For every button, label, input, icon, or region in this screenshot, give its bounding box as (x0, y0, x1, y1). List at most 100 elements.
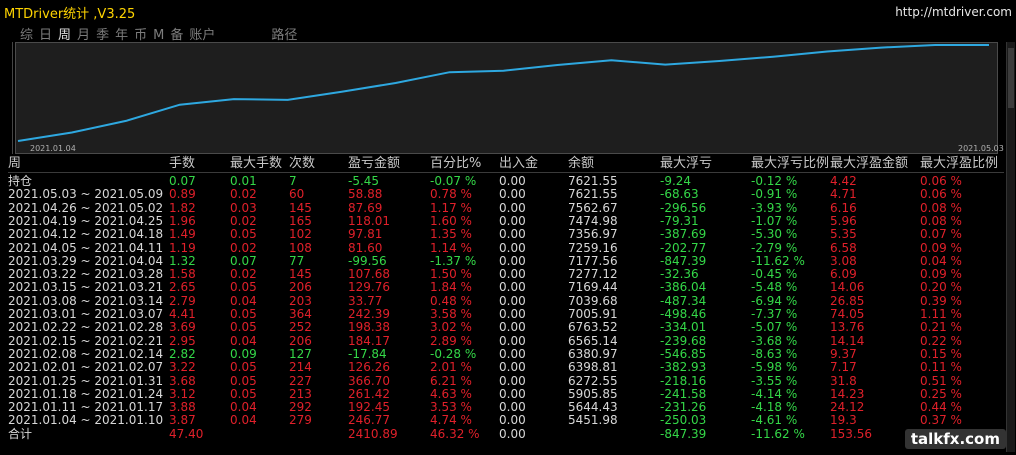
table-cell: 0.00 (499, 360, 526, 375)
table-cell: 1.49 (169, 227, 196, 242)
table-cell: 4.41 (169, 307, 196, 321)
tab-2[interactable]: 周 (58, 24, 71, 43)
table-cell: 3.12 (169, 386, 196, 401)
website-link[interactable]: http://mtdriver.com (895, 5, 1012, 19)
column-header[interactable]: 周 (8, 157, 21, 170)
table-cell: 87.69 (348, 200, 383, 215)
column-header[interactable]: 百分比% (430, 157, 481, 170)
table-cell: 0.02 (230, 187, 257, 202)
table-cell: 184.17 (348, 333, 390, 348)
table-cell: 118.01 (348, 213, 390, 228)
table-cell: 4.74 % (430, 413, 472, 428)
table-cell: 0.05 (230, 386, 257, 401)
table-cell: 2021.04.26 ~ 2021.05.02 (8, 200, 164, 215)
table-cell: 7621.55 (568, 187, 618, 202)
table-cell: -99.56 (348, 253, 387, 268)
table-cell: 7277.12 (568, 267, 618, 282)
table-cell: 0.11 % (920, 360, 962, 375)
column-header[interactable]: 最大浮盈比例 (920, 157, 998, 170)
table-cell: -11.62 % (751, 426, 805, 441)
table-cell: 0.00 (499, 426, 526, 441)
table-cell: 0.00 (499, 293, 526, 308)
table-cell: 1.19 (169, 240, 196, 255)
tab-6[interactable]: 币 (134, 24, 147, 43)
table-cell: 1.32 (169, 253, 196, 268)
table-cell: 6.09 (830, 267, 857, 282)
table-cell: 5644.43 (568, 400, 618, 415)
table-cell: 0.07 % (920, 227, 962, 242)
header-divider (8, 172, 1004, 173)
table-cell: 24.12 (830, 400, 865, 415)
tab-bar: 综日周月季年币 M 备账户 路径 (20, 24, 303, 43)
tab-8[interactable]: 备 (170, 24, 183, 43)
column-header[interactable]: 最大浮盈金额 (830, 157, 908, 170)
tab-9[interactable]: 账户 (189, 24, 215, 43)
tab-3[interactable]: 月 (77, 24, 90, 43)
table-cell: 0.08 % (920, 200, 962, 215)
table-cell: 4.63 % (430, 386, 472, 401)
table-cell: 1.14 % (430, 240, 472, 255)
chart-x-start-label: 2021.01.04 (30, 144, 76, 153)
column-header[interactable]: 最大手数 (230, 157, 282, 170)
table-cell: -0.91 % (751, 187, 798, 202)
table-cell: 6.16 (830, 200, 857, 215)
table-cell: 5.35 (830, 227, 857, 242)
table-cell: 203 (289, 293, 312, 308)
table-cell: -0.07 % (430, 174, 477, 188)
table-cell: 0.44 % (920, 400, 962, 415)
column-header[interactable]: 手数 (169, 157, 195, 170)
table-cell: 0.78 % (430, 187, 472, 202)
table-cell: 206 (289, 280, 312, 295)
table-cell: 14.23 (830, 386, 865, 401)
table-cell: -2.79 % (751, 240, 798, 255)
table-cell: 5.96 (830, 213, 857, 228)
table-cell: -250.03 (660, 413, 707, 428)
table-cell: 0.00 (499, 267, 526, 282)
table-cell: 0.04 (230, 413, 257, 428)
scrollbar-thumb[interactable] (1008, 48, 1014, 108)
column-header[interactable]: 最大浮亏比例 (751, 157, 829, 170)
table-cell: 0.00 (499, 346, 526, 361)
table-cell: 0.05 (230, 360, 257, 375)
table-cell: -498.46 (660, 307, 707, 321)
table-cell: 2.79 (169, 293, 196, 308)
column-header[interactable]: 出入金 (499, 157, 538, 170)
table-cell: 0.05 (230, 280, 257, 295)
table-cell: 0.51 % (920, 373, 962, 388)
tab-7[interactable]: M (153, 28, 164, 43)
table-cell: 0.06 % (920, 187, 962, 202)
tab-1[interactable]: 日 (39, 24, 52, 43)
table-cell: 0.04 (230, 293, 257, 308)
table-cell: 2021.01.25 ~ 2021.01.31 (8, 373, 164, 388)
table-cell: 0.15 % (920, 346, 962, 361)
table-cell: 6398.81 (568, 360, 618, 375)
table-cell: 2021.03.08 ~ 2021.03.14 (8, 293, 164, 308)
table-cell: 0.09 (230, 346, 257, 361)
table-cell: -546.85 (660, 346, 707, 361)
column-header[interactable]: 次数 (289, 157, 315, 170)
table-cell: 0.25 % (920, 386, 962, 401)
tab-5[interactable]: 年 (115, 24, 128, 43)
table-cell: 5451.98 (568, 413, 618, 428)
table-cell: 2021.02.08 ~ 2021.02.14 (8, 346, 164, 361)
table-cell: 2.65 (169, 280, 196, 295)
tab-4[interactable]: 季 (96, 24, 109, 43)
table-cell: -4.61 % (751, 413, 798, 428)
table-cell: 0.09 % (920, 267, 962, 282)
table-cell: 206 (289, 333, 312, 348)
table-cell: -3.55 % (751, 373, 798, 388)
table-cell: 13.76 (830, 320, 865, 335)
table-cell: 74.05 (830, 307, 865, 321)
tab-10[interactable]: 路径 (271, 24, 297, 43)
tab-0[interactable]: 综 (20, 24, 33, 43)
table-cell: 279 (289, 413, 312, 428)
column-header[interactable]: 盈亏金额 (348, 157, 400, 170)
table-cell: 47.40 (169, 426, 204, 441)
table-cell: -847.39 (660, 253, 707, 268)
column-header[interactable]: 最大浮亏 (660, 157, 712, 170)
table-cell: 7356.97 (568, 227, 618, 242)
column-header[interactable]: 余额 (568, 157, 594, 170)
vertical-scrollbar[interactable] (1006, 42, 1015, 452)
table-cell: 2.01 % (430, 360, 472, 375)
table-cell: -202.77 (660, 240, 707, 255)
